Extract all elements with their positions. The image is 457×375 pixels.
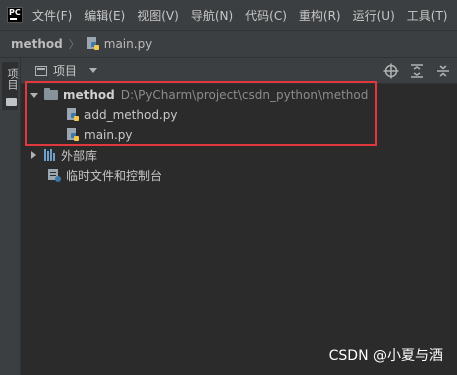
left-tool-strip: 项目 (0, 58, 21, 375)
tree-row-file[interactable]: add_method.py (66, 105, 177, 125)
menu-view[interactable]: 视图(V) (137, 7, 179, 24)
chevron-right-icon: 〉 (68, 38, 80, 51)
file-name: main.py (84, 128, 133, 142)
breadcrumb: method 〉 main.py (0, 30, 457, 58)
expand-all-icon[interactable] (409, 63, 425, 79)
python-file-icon (67, 128, 79, 141)
locate-icon[interactable] (383, 63, 399, 79)
project-view-icon (35, 65, 47, 76)
tree-row-external-libraries[interactable]: 外部库 (31, 145, 97, 165)
project-tool-tab[interactable]: 项目 (2, 62, 19, 110)
watermark: CSDN @小夏与酒 (328, 348, 443, 364)
project-tool-tab-label: 项目 (6, 68, 19, 90)
collapse-all-icon[interactable] (435, 63, 451, 79)
tree-row-project[interactable]: method D:\PyCharm\project\csdn_python\me… (30, 85, 368, 105)
tree-row-scratches[interactable]: 临时文件和控制台 (47, 165, 162, 185)
pycharm-logo-icon: PC (7, 7, 23, 23)
external-libraries-label: 外部库 (61, 148, 98, 163)
menu-tools[interactable]: 工具(T) (407, 7, 448, 24)
project-panel-header: 项目 (21, 58, 457, 84)
python-file-icon (86, 37, 99, 50)
chevron-down-icon[interactable] (89, 68, 98, 73)
scratches-console-icon (48, 169, 61, 182)
menu-edit[interactable]: 编辑(E) (84, 7, 125, 24)
folder-icon (6, 98, 17, 106)
scratches-label: 临时文件和控制台 (66, 168, 163, 183)
menu-refactor[interactable]: 重构(R) (299, 7, 341, 24)
breadcrumb-file-label: main.py (103, 37, 153, 51)
breadcrumb-project[interactable]: method (11, 37, 63, 51)
menu-code[interactable]: 代码(C) (245, 7, 287, 24)
python-file-icon (67, 108, 79, 121)
folder-icon (44, 88, 58, 100)
project-name: method (63, 88, 115, 102)
project-path: D:\PyCharm\project\csdn_python\method (120, 88, 369, 102)
menu-navigate[interactable]: 导航(N) (191, 7, 233, 24)
chevron-right-icon[interactable] (31, 151, 36, 159)
breadcrumb-file[interactable]: main.py (86, 37, 153, 51)
chevron-down-icon[interactable] (30, 92, 38, 98)
menu-run[interactable]: 运行(U) (353, 7, 395, 24)
project-view-selector[interactable]: 项目 (53, 62, 77, 79)
library-icon (44, 149, 56, 161)
file-name: add_method.py (84, 108, 178, 122)
menu-file[interactable]: 文件(F) (32, 7, 72, 24)
tree-row-file[interactable]: main.py (66, 125, 133, 145)
menu-bar: PC 文件(F) 编辑(E) 视图(V) 导航(N) 代码(C) 重构(R) 运… (0, 0, 457, 30)
